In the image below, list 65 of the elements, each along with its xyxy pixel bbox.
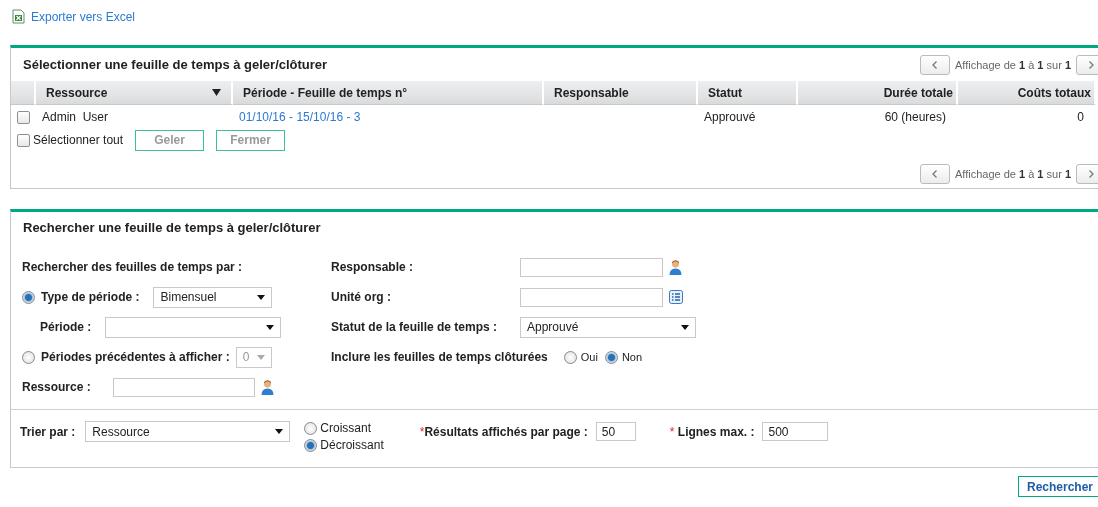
section-label: Rechercher des feuilles de temps par : xyxy=(22,260,243,274)
next-page-button[interactable] xyxy=(1076,54,1098,75)
radio-button[interactable] xyxy=(304,421,318,435)
timesheet-link[interactable]: 01/10/16 - 15/10/16 - 3 xyxy=(239,110,361,124)
previous-page-button[interactable] xyxy=(919,164,950,184)
field-label: Périodes précédentes à afficher : xyxy=(41,350,230,364)
radio-button[interactable] xyxy=(304,438,318,452)
column-header[interactable]: Durée totale xyxy=(798,81,958,105)
person-icon[interactable] xyxy=(260,379,274,395)
table-cell: Admin User xyxy=(42,110,109,124)
results-per-page-field[interactable]: 50 xyxy=(595,422,636,441)
radio-label: Oui xyxy=(580,351,598,363)
sort-descending-icon xyxy=(212,89,221,96)
column-header[interactable]: Ressource xyxy=(36,81,233,105)
chevron-right-icon xyxy=(1088,170,1094,178)
manager-field[interactable] xyxy=(520,257,663,277)
chevron-left-icon xyxy=(932,60,938,69)
field-label: Statut de la feuille de temps : xyxy=(331,320,498,334)
spreadsheet-icon xyxy=(12,9,25,24)
field-label: Responsable : xyxy=(331,260,414,274)
column-header[interactable]: Période - Feuille de temps n° xyxy=(233,81,544,105)
status-select[interactable]: Approuvé xyxy=(520,316,696,338)
row-checkbox[interactable] xyxy=(17,110,30,124)
field-label: Période : xyxy=(40,320,92,334)
next-page-button[interactable] xyxy=(1076,164,1098,184)
required-mark: * xyxy=(669,424,675,439)
table-cell: Approuvé xyxy=(704,110,756,124)
pagination-info: Affichage de 1 à 1 sur 1 xyxy=(954,58,1071,71)
resource-field[interactable] xyxy=(112,377,255,397)
field-label: Trier par : xyxy=(20,424,76,439)
table-cell: 0 xyxy=(1077,110,1084,124)
max-rows-field[interactable]: 500 xyxy=(762,422,829,441)
previous-page-button[interactable] xyxy=(919,54,950,75)
export-link[interactable]: Exporter vers Excel xyxy=(31,10,136,24)
person-icon[interactable] xyxy=(669,259,682,275)
column-header[interactable]: Coûts totaux xyxy=(958,81,1096,105)
field-label: Unité org : xyxy=(331,290,391,304)
required-mark: * xyxy=(419,424,425,439)
org-unit-field[interactable] xyxy=(520,287,663,307)
table-cell: 60 (heures) xyxy=(884,110,946,124)
search-button[interactable]: Rechercher xyxy=(1018,476,1098,497)
list-icon[interactable] xyxy=(669,290,683,304)
radio-button[interactable] xyxy=(563,350,577,364)
radio-label: Non xyxy=(621,351,643,363)
chevron-left-icon xyxy=(932,170,938,178)
period-select[interactable] xyxy=(105,316,282,338)
radio-label: Décroissant xyxy=(320,438,384,452)
period-type-select[interactable]: Bimensuel xyxy=(153,286,273,308)
panel-title: Rechercher une feuille de temps à geler/clôturer xyxy=(23,220,321,235)
field-label: Ressource : xyxy=(22,380,91,394)
checkbox-label: Sélectionner tout xyxy=(33,133,124,147)
field-label: Inclure les feuilles de temps clôturées xyxy=(331,350,548,364)
radio-button[interactable] xyxy=(604,350,618,364)
field-label: Résultats affichés par page : xyxy=(424,424,588,439)
field-label: Type de période : xyxy=(41,290,140,304)
field-label: Lignes max. : xyxy=(677,424,755,439)
radio-button[interactable] xyxy=(22,290,35,304)
chevron-right-icon xyxy=(1088,60,1094,69)
pagination-info: Affichage de 1 à 1 sur 1 xyxy=(954,168,1071,180)
panel-title: Sélectionner une feuille de temps à geler/clôturer xyxy=(23,57,328,72)
column-header[interactable]: Responsable xyxy=(544,81,698,105)
radio-label: Croissant xyxy=(320,421,372,435)
column-header[interactable]: Statut xyxy=(698,81,798,105)
select-all-checkbox[interactable] xyxy=(17,133,30,147)
sort-by-select[interactable]: Ressource xyxy=(85,421,291,442)
